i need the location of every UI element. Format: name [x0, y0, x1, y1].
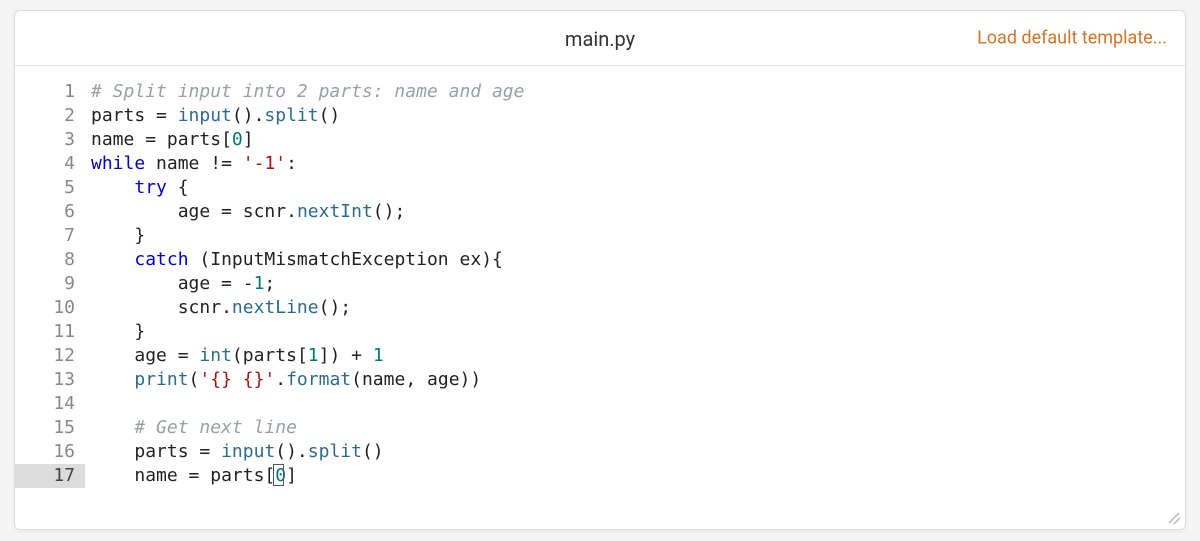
line-number: 16	[15, 440, 85, 464]
line-number: 1	[15, 80, 85, 104]
code-line[interactable]: 9 age = -1;	[15, 272, 1185, 296]
line-number: 13	[15, 368, 85, 392]
code-line[interactable]: 7 }	[15, 224, 1185, 248]
code-line-active[interactable]: 17 name = parts[0]	[15, 464, 1185, 488]
line-number: 15	[15, 416, 85, 440]
code-line[interactable]: 15 # Get next line	[15, 416, 1185, 440]
line-number: 17	[15, 464, 85, 488]
line-number: 8	[15, 248, 85, 272]
code-line[interactable]: 4 while name != '-1':	[15, 152, 1185, 176]
resize-handle-icon[interactable]	[1167, 511, 1181, 525]
line-number: 4	[15, 152, 85, 176]
code-line[interactable]: 13 print('{} {}'.format(name, age))	[15, 368, 1185, 392]
code-line[interactable]: 10 scnr.nextLine();	[15, 296, 1185, 320]
code-line[interactable]: 16 parts = input().split()	[15, 440, 1185, 464]
code-line[interactable]: 8 catch (InputMismatchException ex){	[15, 248, 1185, 272]
code-line[interactable]: 11 }	[15, 320, 1185, 344]
line-number: 10	[15, 296, 85, 320]
code-line[interactable]: 1 # Split input into 2 parts: name and a…	[15, 80, 1185, 104]
tab-filename[interactable]: main.py	[565, 25, 635, 51]
code-line[interactable]: 3 name = parts[0]	[15, 128, 1185, 152]
line-number: 14	[15, 392, 85, 416]
line-number: 3	[15, 128, 85, 152]
tab-bar: main.py Load default template...	[15, 11, 1185, 66]
line-number: 9	[15, 272, 85, 296]
load-default-template-link[interactable]: Load default template...	[977, 28, 1167, 49]
line-number: 7	[15, 224, 85, 248]
line-number: 5	[15, 176, 85, 200]
line-number: 6	[15, 200, 85, 224]
line-number: 2	[15, 104, 85, 128]
editor-panel: main.py Load default template... 1 # Spl…	[14, 10, 1186, 530]
code-line[interactable]: 2 parts = input().split()	[15, 104, 1185, 128]
code-line[interactable]: 12 age = int(parts[1]) + 1	[15, 344, 1185, 368]
code-line[interactable]: 6 age = scnr.nextInt();	[15, 200, 1185, 224]
line-number: 11	[15, 320, 85, 344]
code-line[interactable]: 14	[15, 392, 1185, 416]
code-line[interactable]: 5 try {	[15, 176, 1185, 200]
code-editor[interactable]: 1 # Split input into 2 parts: name and a…	[15, 66, 1185, 529]
line-number: 12	[15, 344, 85, 368]
